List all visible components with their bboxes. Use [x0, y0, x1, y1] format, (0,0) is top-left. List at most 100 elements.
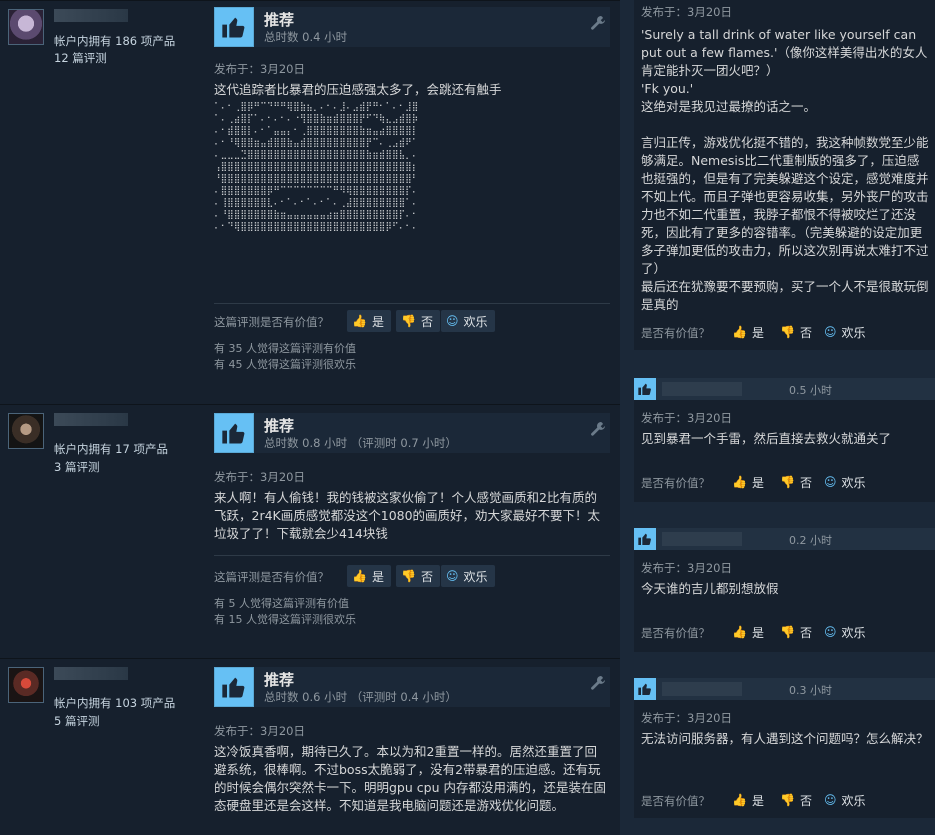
vote-funny-button[interactable]: ☺ 欢乐 [441, 310, 495, 332]
vote-yes-button[interactable]: 👍 是 [347, 565, 391, 587]
vote-yes-button[interactable]: 👍 是 [732, 322, 764, 342]
review-separator [0, 632, 620, 658]
vote-title: 推荐 [264, 671, 295, 689]
no-label: 否 [799, 325, 812, 340]
avatar[interactable] [8, 667, 44, 703]
avatar[interactable] [8, 413, 44, 449]
posted-date: 发布于：3月20日 [214, 470, 305, 484]
posted-date: 发布于：3月20日 [641, 561, 732, 575]
review-separator [0, 378, 620, 404]
avatar[interactable] [8, 9, 44, 45]
posted-date: 发布于：3月20日 [641, 5, 732, 19]
recent-review-card: 发布于：3月20日 'Surely a tall drink of water … [634, 0, 935, 350]
thumbs-down-icon: 👎 [780, 475, 795, 489]
author-name[interactable] [662, 382, 742, 396]
smiley-icon: ☺ [446, 314, 459, 328]
yes-label: 是 [751, 793, 764, 808]
smiley-icon: ☺ [824, 793, 837, 807]
vote-funny-button[interactable]: ☺ 欢乐 [824, 622, 866, 642]
vote-yes-button[interactable]: 👍 是 [732, 472, 764, 492]
thumbs-down-icon: 👎 [780, 325, 795, 339]
posted-date: 发布于：3月20日 [214, 724, 305, 738]
recent-review-header[interactable]: 0.5 小时 [634, 378, 935, 400]
thumbs-down-icon: 👎 [780, 625, 795, 639]
smiley-icon: ☺ [446, 569, 459, 583]
helpful-question: 是否有价值？ [641, 626, 710, 640]
review-text: 今天谁的吉儿都别想放假 [641, 581, 779, 596]
recent-review-header[interactable]: 0.2 小时 [634, 528, 935, 550]
no-label: 否 [799, 475, 812, 490]
yes-label: 是 [751, 625, 764, 640]
thumbs-up-icon: 👍 [352, 314, 367, 328]
review-text: 这冷饭真香啊，期待已久了。本以为和2重置一样的。居然还重置了回避系统，很棒啊。不… [214, 744, 606, 813]
author-name[interactable] [54, 413, 128, 426]
recent-review-card: 0.5 小时 发布于：3月20日 见到暴君一个手雷，然后直接去救火就通关了 是否… [634, 378, 935, 502]
review-text: 这代追踪者比暴君的压迫感强太多了，会跳还有触手 [214, 82, 502, 97]
thumbs-up-icon [634, 528, 656, 550]
recent-review-card: 0.2 小时 发布于：3月20日 今天谁的吉儿都别想放假 是否有价值？ 👍 是 👎… [634, 528, 935, 652]
yes-label: 是 [751, 325, 764, 340]
playtime: 总时数 0.6 小时 （评测时 0.4 小时） [264, 690, 457, 704]
review-count[interactable]: 5 篇评测 [54, 713, 99, 729]
review-card: 帐户内拥有 186 项产品 12 篇评测 推荐 总时数 0.4 小时 发布于：3… [0, 0, 620, 378]
thumbs-up-icon: 👍 [352, 569, 367, 583]
review-count[interactable]: 3 篇评测 [54, 459, 99, 475]
thumbs-up-icon: 👍 [732, 793, 747, 807]
no-label: 否 [420, 569, 433, 584]
funny-label: 欢乐 [463, 569, 488, 584]
smiley-icon: ☺ [824, 325, 837, 339]
vote-yes-button[interactable]: 👍 是 [347, 310, 391, 332]
wrench-icon [590, 675, 606, 691]
author-name[interactable] [662, 532, 742, 546]
vote-funny-button[interactable]: ☺ 欢乐 [824, 790, 866, 810]
thumbs-up-icon [634, 378, 656, 400]
author-name[interactable] [54, 9, 128, 22]
helpful-question: 是否有价值？ [641, 794, 710, 808]
products-owned: 帐户内拥有 186 项产品 [54, 34, 176, 48]
vote-yes-button[interactable]: 👍 是 [732, 790, 764, 810]
helpful-question: 是否有价值？ [641, 476, 710, 490]
funny-label: 欢乐 [841, 793, 866, 808]
review-text: 'Surely a tall drink of water like yours… [641, 27, 929, 312]
recent-review-header[interactable]: 0.3 小时 [634, 678, 935, 700]
thumbs-up-icon [214, 413, 254, 453]
vote-no-button[interactable]: 👎 否 [396, 310, 440, 332]
smiley-icon: ☺ [824, 625, 837, 639]
vote-funny-button[interactable]: ☺ 欢乐 [824, 322, 866, 342]
no-label: 否 [799, 793, 812, 808]
helpful-count: 有 5 人觉得这篇评测有价值 [214, 597, 349, 610]
thumbs-up-icon [214, 7, 254, 47]
thumbs-down-icon: 👎 [401, 314, 416, 328]
vote-header[interactable]: 推荐 总时数 0.6 小时 （评测时 0.4 小时） [214, 667, 610, 707]
author-name[interactable] [54, 667, 128, 680]
vote-yes-button[interactable]: 👍 是 [732, 622, 764, 642]
thumbs-down-icon: 👎 [401, 569, 416, 583]
vote-no-button[interactable]: 👎 否 [780, 622, 812, 642]
thumbs-up-icon: 👍 [732, 625, 747, 639]
yes-label: 是 [371, 569, 384, 584]
review-card: 帐户内拥有 103 项产品 5 篇评测 推荐 总时数 0.6 小时 （评测时 0… [0, 658, 620, 835]
vote-no-button[interactable]: 👎 否 [780, 322, 812, 342]
vote-funny-button[interactable]: ☺ 欢乐 [824, 472, 866, 492]
review-text: 来人啊！有人偷钱！我的钱被这家伙偷了！个人感觉画质和2比有质的飞跃，2r4K画质… [214, 490, 601, 541]
vote-no-button[interactable]: 👎 否 [780, 472, 812, 492]
no-label: 否 [420, 314, 433, 329]
vote-title: 推荐 [264, 11, 295, 29]
vote-title: 推荐 [264, 417, 295, 435]
funny-label: 欢乐 [841, 325, 866, 340]
playtime: 0.2 小时 [789, 534, 832, 547]
funny-count: 有 15 人觉得这篇评测很欢乐 [214, 613, 356, 626]
vote-funny-button[interactable]: ☺ 欢乐 [441, 565, 495, 587]
funny-label: 欢乐 [463, 314, 488, 329]
vote-header[interactable]: 推荐 总时数 0.4 小时 [214, 7, 610, 47]
vote-no-button[interactable]: 👎 否 [780, 790, 812, 810]
vote-header[interactable]: 推荐 总时数 0.8 小时 （评测时 0.7 小时） [214, 413, 610, 453]
divider [214, 303, 610, 304]
review-card: 帐户内拥有 17 项产品 3 篇评测 推荐 总时数 0.8 小时 （评测时 0.… [0, 404, 620, 632]
vote-no-button[interactable]: 👎 否 [396, 565, 440, 587]
review-count[interactable]: 12 篇评测 [54, 50, 107, 66]
funny-count: 有 45 人觉得这篇评测很欢乐 [214, 358, 356, 371]
yes-label: 是 [371, 314, 384, 329]
playtime: 0.5 小时 [789, 384, 832, 397]
author-name[interactable] [662, 682, 742, 696]
